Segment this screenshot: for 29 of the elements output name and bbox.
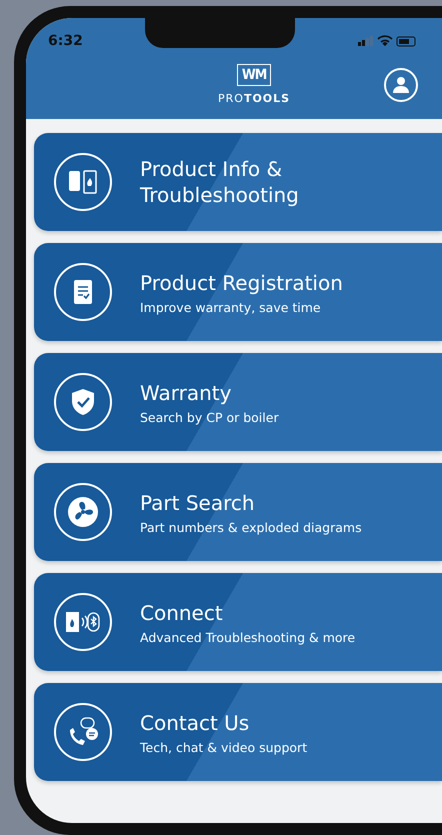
wifi-icon: [377, 35, 393, 46]
card-title: Contact Us: [140, 710, 250, 736]
shield-check-icon: [70, 388, 96, 416]
document-icon: [72, 279, 94, 305]
menu-card[interactable]: Connect Advanced Troubleshooting & more: [34, 573, 442, 671]
devices-icon: [67, 168, 99, 196]
card-title: Product Registration: [140, 270, 343, 296]
card-subtitle: Search by CP or boiler: [140, 410, 279, 424]
fan-icon: [67, 496, 99, 528]
card-subtitle: Tech, chat & video support: [140, 740, 308, 754]
card-title: Warranty: [140, 380, 232, 406]
menu-card[interactable]: Warranty Search by CP or boiler: [34, 353, 442, 451]
card-subtitle: Advanced Troubleshooting & more: [140, 630, 356, 644]
menu-card[interactable]: Part Search Part numbers & exploded diagrams: [34, 463, 442, 561]
menu-card[interactable]: Contact Us Tech, chat & video support: [34, 683, 442, 781]
battery-icon: [396, 36, 416, 46]
card-subtitle: Improve warranty, save time: [140, 300, 322, 314]
card-title: Connect: [140, 600, 224, 626]
card-subtitle: Part numbers & exploded diagrams: [140, 520, 362, 534]
card-title: Product Info & Troubleshooting: [140, 156, 300, 208]
card-title: Part Search: [140, 490, 256, 516]
status-time: 6:32: [48, 33, 83, 49]
signal-icon: [358, 36, 373, 46]
brand-name: PROTOOLS: [218, 92, 290, 105]
user-icon: [392, 76, 410, 94]
menu-card[interactable]: Product Registration Improve warranty, save time: [34, 243, 442, 341]
logo: WM: [236, 64, 272, 86]
profile-button[interactable]: [384, 68, 418, 102]
menu-card[interactable]: Product Info & Troubleshooting: [34, 133, 442, 231]
